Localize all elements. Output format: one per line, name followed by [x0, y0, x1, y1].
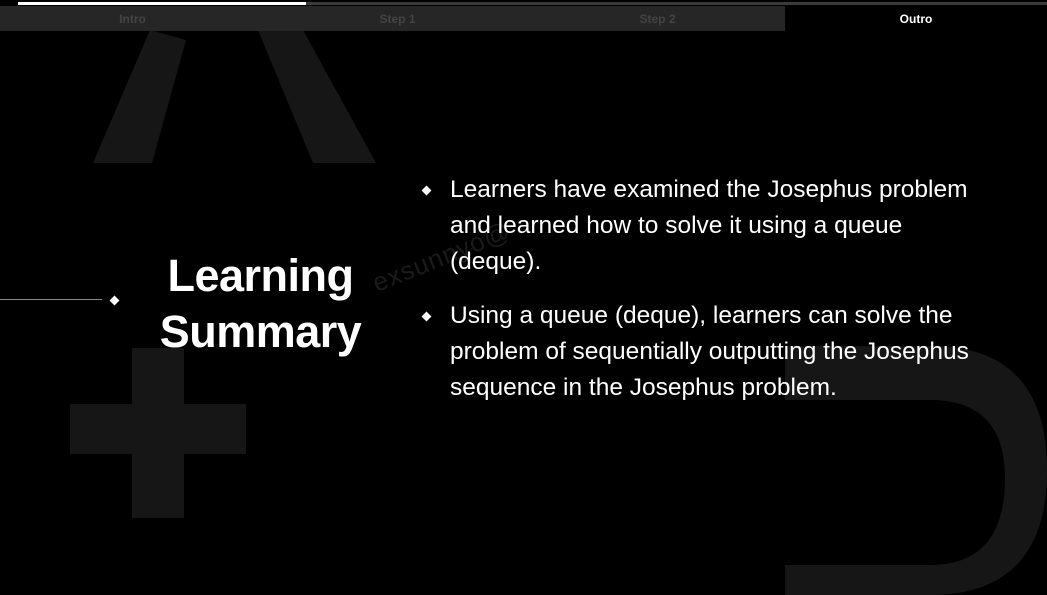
summary-point-text: Using a queue (deque), learners can solv…: [450, 302, 969, 401]
list-item: Learners have examined the Josephus prob…: [420, 172, 980, 280]
tab-step-1[interactable]: Step 1: [265, 6, 530, 31]
title-line-2: Summary: [159, 306, 362, 357]
page-title: Learning Summary: [128, 248, 393, 360]
tab-outro[interactable]: Outro: [785, 6, 1047, 31]
tab-step-2[interactable]: Step 2: [530, 6, 785, 31]
progress-rail: [18, 2, 1047, 5]
summary-list: Learners have examined the Josephus prob…: [420, 172, 980, 424]
slide-stage: exsunnyo@ Intro Step 1 Step 2 Outro Lear…: [0, 0, 1047, 595]
tab-intro[interactable]: Intro: [0, 6, 265, 31]
diamond-bullet-icon: [421, 311, 432, 322]
diamond-bullet-icon: [421, 185, 432, 196]
progress-fill: [18, 2, 307, 5]
step-tabs: Intro Step 1 Step 2 Outro: [0, 6, 1047, 31]
title-line-1: Learning: [167, 250, 354, 301]
divider-line: [0, 299, 102, 300]
list-item: Using a queue (deque), learners can solv…: [420, 298, 980, 406]
summary-point-text: Learners have examined the Josephus prob…: [450, 176, 968, 275]
